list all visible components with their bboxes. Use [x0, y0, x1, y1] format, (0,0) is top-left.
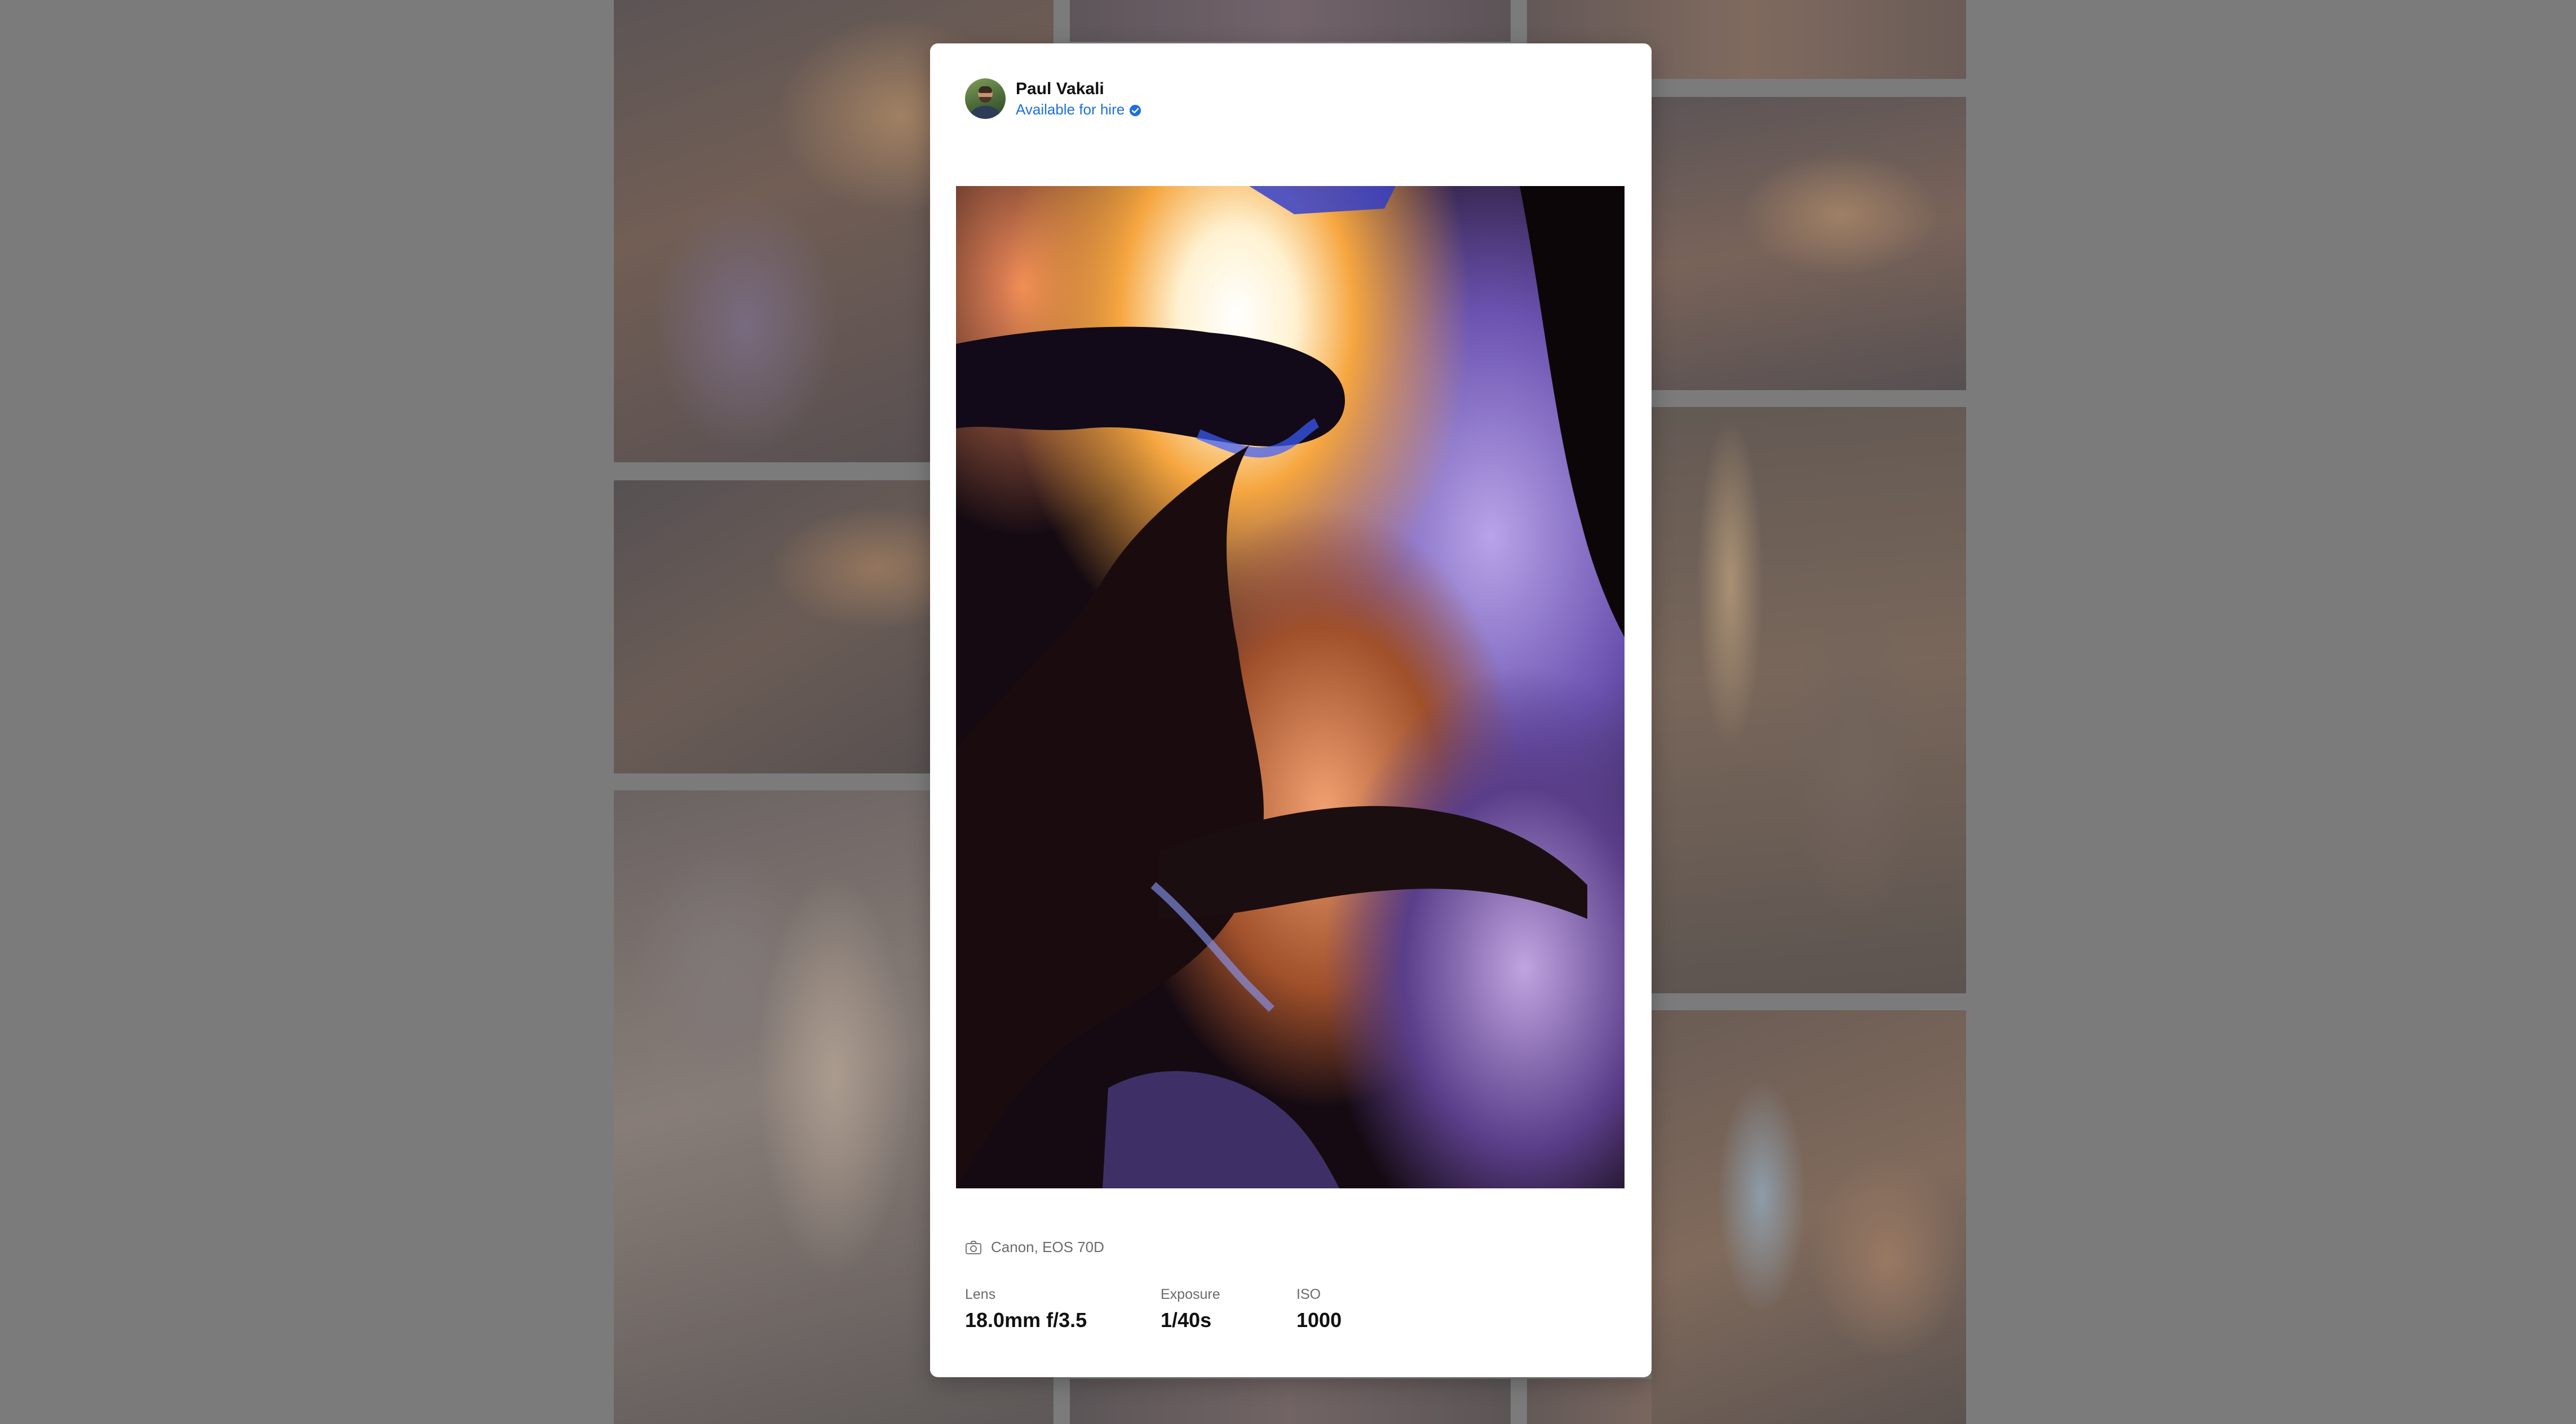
gallery-photo[interactable] [1652, 1010, 1966, 1424]
verified-check-icon [1129, 104, 1141, 116]
iso-value: 1000 [1296, 1308, 1342, 1332]
main-photo[interactable] [956, 186, 1625, 1188]
user-header[interactable]: Paul Vakali Available for hire [965, 78, 1141, 119]
canyon-photo-image [956, 186, 1625, 1188]
user-name[interactable]: Paul Vakali [1016, 79, 1141, 98]
gallery-photo[interactable] [1527, 1379, 1652, 1424]
camera-model: Canon, EOS 70D [991, 1239, 1104, 1255]
camera-info: Canon, EOS 70D [965, 1239, 1104, 1256]
spec-lens: Lens 18.0mm f/3.5 [965, 1286, 1161, 1332]
spec-exposure: Exposure 1/40s [1161, 1286, 1296, 1332]
gallery-photo[interactable] [1070, 0, 1511, 42]
iso-label: ISO [1296, 1286, 1321, 1302]
hire-status-label: Available for hire [1016, 101, 1125, 118]
exif-specs: Lens 18.0mm f/3.5 Exposure 1/40s ISO 100… [965, 1286, 1409, 1332]
camera-icon [965, 1240, 982, 1255]
lens-label: Lens [965, 1286, 996, 1302]
lens-value: 18.0mm f/3.5 [965, 1308, 1087, 1332]
gallery-photo[interactable] [1652, 407, 1966, 993]
photo-modal: Paul Vakali Available for hire Canon, EO… [930, 43, 1652, 1377]
spec-iso: ISO 1000 [1296, 1286, 1409, 1332]
exposure-label: Exposure [1161, 1286, 1220, 1302]
exposure-value: 1/40s [1161, 1308, 1212, 1332]
gallery-photo[interactable] [1070, 1379, 1511, 1424]
user-info: Paul Vakali Available for hire [1016, 79, 1141, 118]
available-for-hire-link[interactable]: Available for hire [1016, 101, 1141, 118]
gallery-photo[interactable] [1652, 97, 1966, 390]
avatar[interactable] [965, 78, 1006, 119]
